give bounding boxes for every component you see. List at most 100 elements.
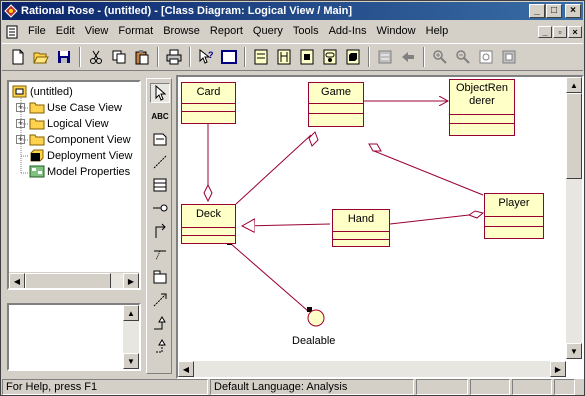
scroll-right-button[interactable]: ▶ bbox=[550, 361, 566, 377]
cut-icon[interactable] bbox=[86, 47, 106, 67]
minimize-button[interactable]: _ bbox=[529, 4, 545, 18]
class-name-line: ObjectRen bbox=[456, 82, 508, 94]
browse-parent-icon[interactable] bbox=[375, 47, 395, 67]
class-deck[interactable]: Deck bbox=[181, 204, 236, 244]
unidirectional-association-tool[interactable] bbox=[150, 221, 170, 241]
view-doc-icon[interactable] bbox=[219, 47, 239, 67]
dependency-tool[interactable] bbox=[150, 290, 170, 310]
status-panel bbox=[470, 379, 510, 395]
scroll-down-button[interactable]: ▼ bbox=[566, 343, 582, 359]
browser-pane[interactable]: (untitled) + Use Case View + Logical Vie… bbox=[7, 80, 141, 290]
scroll-up-button[interactable]: ▲ bbox=[566, 77, 582, 93]
menu-browse[interactable]: Browse bbox=[158, 22, 205, 41]
text-tool[interactable]: ABC bbox=[150, 106, 170, 126]
paste-icon[interactable] bbox=[132, 47, 152, 67]
menu-query[interactable]: Query bbox=[248, 22, 288, 41]
diagram-horizontal-scrollbar[interactable]: ◀ ▶ bbox=[178, 361, 566, 377]
operation-compartment bbox=[333, 239, 389, 240]
expand-icon[interactable]: + bbox=[16, 135, 25, 144]
scroll-left-button[interactable]: ◀ bbox=[9, 273, 25, 288]
mdi-restore-button[interactable]: ▫ bbox=[553, 25, 567, 38]
browser-horizontal-scrollbar[interactable]: ◀ ▶ bbox=[9, 272, 139, 288]
game-player-aggregation[interactable] bbox=[373, 150, 484, 196]
anchor-note-tool[interactable] bbox=[150, 152, 170, 172]
selection-tool[interactable] bbox=[150, 83, 170, 103]
menu-tools[interactable]: Tools bbox=[288, 22, 324, 41]
deck-dealable-realization[interactable] bbox=[229, 242, 309, 312]
scroll-down-button[interactable]: ▼ bbox=[123, 353, 139, 369]
class-diagram-canvas[interactable]: Card Game ObjectRen derer Deck Hand Play… bbox=[176, 75, 584, 379]
hand-player-aggregation[interactable] bbox=[389, 214, 470, 225]
tree-node-use-case-view[interactable]: + Use Case View bbox=[9, 100, 139, 116]
menu-view[interactable]: View bbox=[80, 22, 114, 41]
new-icon[interactable] bbox=[8, 47, 28, 67]
documentation-vertical-scrollbar[interactable]: ▲ ▼ bbox=[123, 305, 139, 369]
interface-tool[interactable] bbox=[150, 198, 170, 218]
expand-icon[interactable]: + bbox=[16, 103, 25, 112]
tree-node-component-view[interactable]: + Component View bbox=[9, 132, 139, 148]
class-hand[interactable]: Hand bbox=[332, 209, 390, 247]
print-icon[interactable] bbox=[164, 47, 184, 67]
svg-text:?: ? bbox=[208, 50, 214, 60]
resize-grip[interactable] bbox=[554, 379, 575, 395]
tree-node-model[interactable]: (untitled) bbox=[9, 84, 139, 100]
browse-state-diagram-icon[interactable] bbox=[320, 47, 340, 67]
zoom-out-icon[interactable] bbox=[453, 47, 473, 67]
attribute-compartment bbox=[309, 103, 363, 104]
dealable-interface[interactable] bbox=[307, 309, 325, 327]
model-icon bbox=[12, 85, 27, 98]
menu-window[interactable]: Window bbox=[372, 22, 421, 41]
scroll-up-button[interactable]: ▲ bbox=[123, 305, 139, 321]
class-tool[interactable] bbox=[150, 175, 170, 195]
class-diagram-doc-icon[interactable] bbox=[5, 25, 19, 39]
aggregation-diamond bbox=[203, 183, 213, 203]
scroll-right-button[interactable]: ▶ bbox=[123, 273, 139, 288]
save-icon[interactable] bbox=[54, 47, 74, 67]
browse-class-diagram-icon[interactable] bbox=[251, 47, 271, 67]
zoom-in-icon[interactable] bbox=[430, 47, 450, 67]
documentation-pane[interactable]: ▲ ▼ bbox=[7, 303, 141, 371]
mdi-minimize-button[interactable]: _ bbox=[538, 25, 552, 38]
fit-in-window-icon[interactable] bbox=[476, 47, 496, 67]
maximize-button[interactable]: □ bbox=[546, 4, 562, 18]
browse-deployment-diagram-icon[interactable] bbox=[343, 47, 363, 67]
association-class-tool[interactable] bbox=[150, 244, 170, 264]
tree-node-logical-view[interactable]: + Logical View bbox=[9, 116, 139, 132]
realize-tool[interactable] bbox=[150, 336, 170, 356]
properties-icon bbox=[29, 165, 45, 178]
class-game[interactable]: Game bbox=[308, 82, 364, 127]
mdi-close-button[interactable]: × bbox=[568, 25, 582, 38]
scroll-left-button[interactable]: ◀ bbox=[178, 361, 194, 377]
generalization-tool[interactable] bbox=[150, 313, 170, 333]
menu-report[interactable]: Report bbox=[205, 22, 248, 41]
scroll-thumb[interactable] bbox=[25, 273, 111, 288]
undo-fit-icon[interactable] bbox=[499, 47, 519, 67]
game-deck-aggregation[interactable] bbox=[235, 134, 312, 205]
hand-deck-generalization[interactable] bbox=[242, 224, 331, 226]
menu-format[interactable]: Format bbox=[113, 22, 158, 41]
menu-file[interactable]: File bbox=[23, 22, 51, 41]
open-icon[interactable] bbox=[31, 47, 51, 67]
menu-edit[interactable]: Edit bbox=[51, 22, 80, 41]
browse-previous-icon[interactable] bbox=[398, 47, 418, 67]
close-button[interactable]: × bbox=[565, 4, 581, 18]
menu-help[interactable]: Help bbox=[421, 22, 454, 41]
copy-icon[interactable] bbox=[109, 47, 129, 67]
class-objectrenderer[interactable]: ObjectRen derer bbox=[449, 79, 515, 136]
browse-component-diagram-icon[interactable] bbox=[297, 47, 317, 67]
expand-icon[interactable]: + bbox=[16, 119, 25, 128]
note-tool[interactable] bbox=[150, 129, 170, 149]
package-tool[interactable] bbox=[150, 267, 170, 287]
context-help-icon[interactable]: ? bbox=[196, 47, 216, 67]
class-player[interactable]: Player bbox=[484, 193, 544, 239]
diagram-vertical-scrollbar[interactable]: ▲ ▼ bbox=[566, 77, 582, 359]
class-card[interactable]: Card bbox=[181, 82, 236, 124]
standard-toolbar: ? bbox=[2, 43, 583, 71]
scroll-thumb[interactable] bbox=[566, 93, 582, 179]
tree-node-deployment-view[interactable]: Deployment View bbox=[9, 148, 139, 164]
tree-node-model-properties[interactable]: Model Properties bbox=[9, 164, 139, 180]
menu-add-ins[interactable]: Add-Ins bbox=[324, 22, 372, 41]
aggregation-diamond bbox=[368, 143, 382, 152]
browse-interaction-diagram-icon[interactable] bbox=[274, 47, 294, 67]
title-bar[interactable]: Rational Rose - (untitled) - [Class Diag… bbox=[2, 2, 583, 20]
